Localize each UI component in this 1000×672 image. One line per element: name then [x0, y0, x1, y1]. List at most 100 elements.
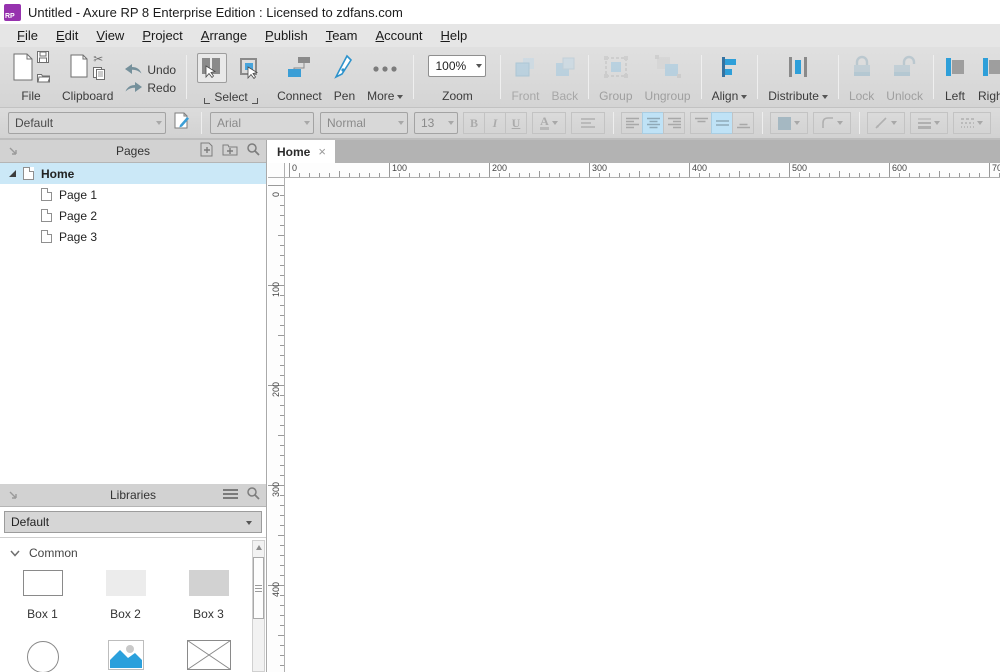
fill-color-button[interactable]	[770, 112, 808, 134]
clipboard-group[interactable]: ✂ Clipboard	[56, 51, 119, 105]
tab-home[interactable]: Home ×	[268, 140, 335, 163]
align-left-label: Left	[945, 89, 965, 104]
page-item-page-2[interactable]: Page 2	[0, 205, 266, 226]
align-text-center-button[interactable]	[642, 112, 664, 134]
front-button[interactable]: Front	[505, 51, 545, 105]
widget-box-3[interactable]: Box 3	[167, 568, 250, 621]
line-width-button[interactable]	[910, 112, 948, 134]
h-ruler-number: 500	[792, 163, 807, 173]
menu-edit[interactable]: Edit	[47, 26, 87, 45]
widget-box-2[interactable]: Box 2	[84, 568, 167, 621]
save-icon	[37, 50, 50, 68]
undo-button[interactable]: Undo	[125, 62, 176, 79]
scrollbar-thumb[interactable]	[253, 557, 264, 619]
toolbar-separator	[413, 55, 414, 99]
menu-help[interactable]: Help	[431, 26, 476, 45]
align-text-right-button[interactable]	[663, 112, 685, 134]
menu-account[interactable]: Account	[366, 26, 431, 45]
lock-button[interactable]: Lock	[843, 51, 880, 105]
ungroup-icon	[655, 55, 681, 84]
connect-button[interactable]: Connect	[271, 51, 328, 105]
zoom-select[interactable]: 100%	[428, 55, 486, 77]
group-label: Group	[599, 89, 632, 104]
file-group[interactable]: File	[6, 51, 56, 105]
align-top-button[interactable]	[690, 112, 712, 134]
corner-radius-button[interactable]	[813, 112, 851, 134]
undo-icon	[125, 63, 142, 77]
more-button[interactable]: More	[361, 51, 409, 105]
image-icon	[108, 635, 144, 665]
widget-style-select[interactable]: Default	[8, 112, 166, 134]
front-label: Front	[511, 89, 539, 104]
menu-arrange[interactable]: Arrange	[192, 26, 256, 45]
size-caret-icon	[448, 121, 454, 125]
page-item-page-3[interactable]: Page 3	[0, 226, 266, 247]
line-color-button[interactable]	[867, 112, 905, 134]
expand-triangle-icon[interactable]	[9, 170, 16, 177]
widget-placeholder[interactable]	[167, 635, 250, 665]
unlock-label: Unlock	[886, 89, 923, 104]
vertical-ruler: 0100200300400	[268, 178, 285, 672]
italic-button[interactable]: I	[484, 112, 506, 134]
format-separator	[762, 112, 763, 134]
toolbar-separator	[757, 55, 758, 99]
page-label: Page 1	[59, 188, 97, 202]
widget-ellipse[interactable]	[1, 635, 84, 665]
align-bottom-button[interactable]	[732, 112, 754, 134]
align-left-icon	[944, 56, 966, 83]
font-size-select[interactable]: 13	[414, 112, 458, 134]
underline-button[interactable]: U	[505, 112, 527, 134]
distribute-button[interactable]: Distribute	[762, 51, 834, 105]
font-color-button[interactable]: A	[532, 112, 566, 134]
design-canvas[interactable]	[285, 178, 1000, 672]
back-button[interactable]: Back	[545, 51, 584, 105]
pen-button[interactable]: Pen	[328, 51, 361, 105]
libraries-scrollbar[interactable]	[252, 540, 265, 672]
search-pages-icon[interactable]	[246, 142, 260, 161]
add-page-icon[interactable]	[199, 142, 214, 162]
align-text-left-button[interactable]	[621, 112, 643, 134]
add-folder-icon[interactable]	[222, 142, 238, 161]
bracket-left-icon	[204, 98, 210, 104]
align-right-button[interactable]: Right	[972, 51, 1000, 105]
widget-box-1[interactable]: Box 1	[1, 568, 84, 621]
font-family-select[interactable]: Arial	[210, 112, 314, 134]
axure-app-icon: RP	[4, 4, 21, 21]
menu-view[interactable]: View	[87, 26, 133, 45]
libraries-menu-icon[interactable]	[223, 487, 238, 505]
tab-close-icon[interactable]: ×	[318, 147, 326, 157]
library-select[interactable]: Default	[4, 511, 262, 533]
align-left-button[interactable]: Left	[938, 51, 972, 105]
tab-home-label: Home	[277, 145, 310, 159]
group-button[interactable]: Group	[593, 51, 638, 105]
menu-publish[interactable]: Publish	[256, 26, 317, 45]
h-ruler-number: 700	[992, 163, 1000, 173]
unlock-button[interactable]: Unlock	[880, 51, 929, 105]
v-ruler-number: 0	[271, 192, 281, 197]
search-libraries-icon[interactable]	[246, 486, 260, 505]
v-ruler-number: 400	[271, 582, 281, 597]
page-item-page-1[interactable]: Page 1	[0, 184, 266, 205]
align-middle-button[interactable]	[711, 112, 733, 134]
edit-style-icon[interactable]	[174, 112, 191, 135]
common-section-header[interactable]: Common	[0, 538, 266, 568]
ungroup-button[interactable]: Ungroup	[639, 51, 697, 105]
file-group-label: File	[21, 89, 40, 104]
line-spacing-button[interactable]	[571, 112, 605, 134]
font-weight-select[interactable]: Normal	[320, 112, 408, 134]
widget-image[interactable]	[84, 635, 167, 665]
bold-button[interactable]: B	[463, 112, 485, 134]
left-panel-column: Pages HomePage 1Page 2Page 3 Libraries	[0, 140, 267, 672]
select-contained-button[interactable]	[235, 53, 265, 83]
redo-button[interactable]: Redo	[125, 80, 176, 97]
horizontal-ruler: 0100200300400500600700	[285, 163, 1000, 178]
h-ruler-number: 100	[392, 163, 407, 173]
line-color-caret-icon	[891, 121, 897, 125]
select-intersected-button[interactable]	[197, 53, 227, 83]
line-style-button[interactable]	[953, 112, 991, 134]
page-item-home[interactable]: Home	[0, 163, 266, 184]
menu-project[interactable]: Project	[133, 26, 191, 45]
menu-team[interactable]: Team	[317, 26, 367, 45]
menu-file[interactable]: File	[8, 26, 47, 45]
align-button[interactable]: Align	[706, 51, 754, 105]
